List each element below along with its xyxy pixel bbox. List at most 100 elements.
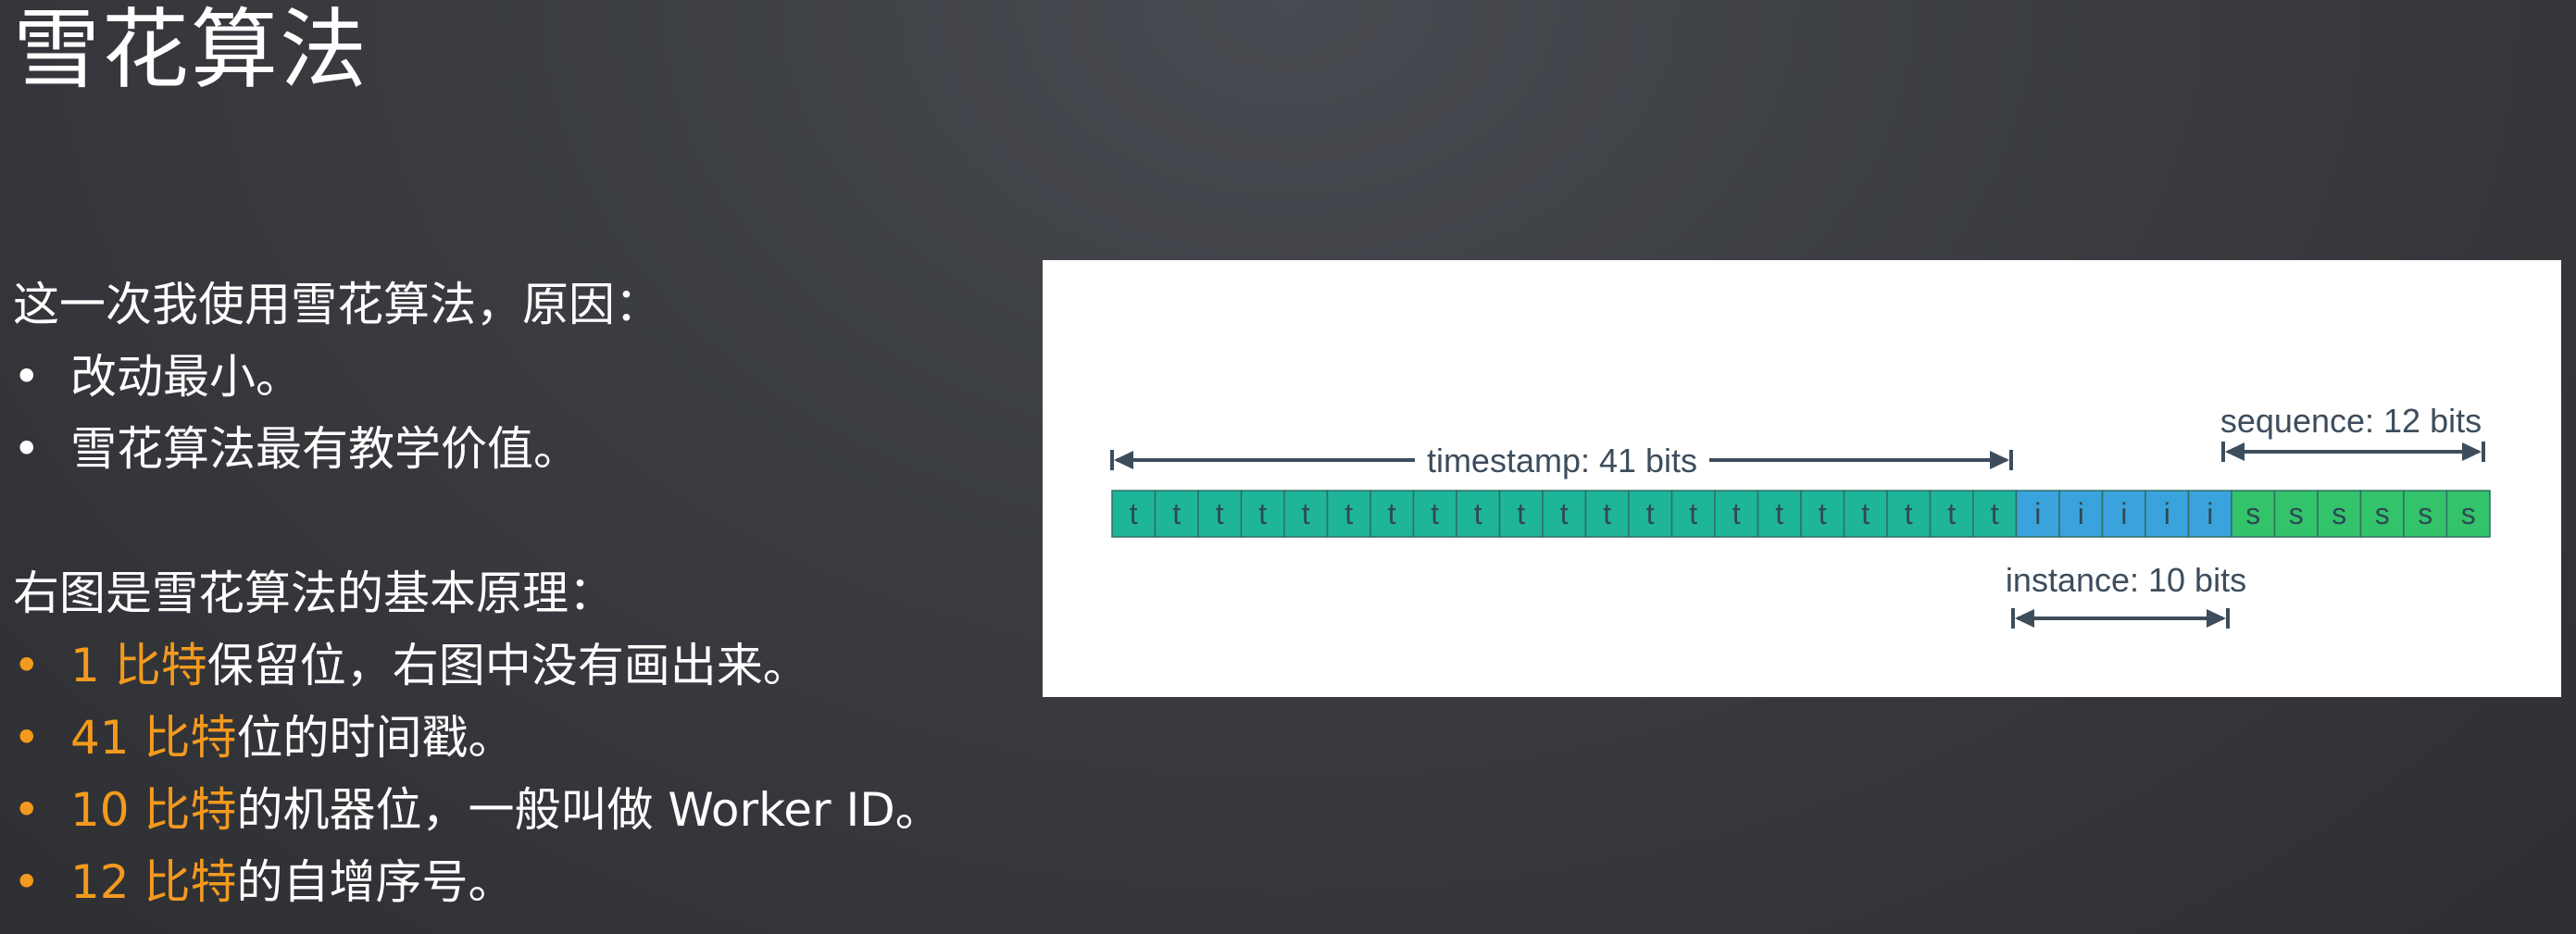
- bit-layout-svg: timestamp: 41 bits sequence: 12 bits t t t…: [1110, 402, 2491, 629]
- bit-cell-letter: t: [1861, 497, 1869, 530]
- timestamp-bit-cell: t: [1670, 490, 1716, 538]
- principle-intro: 右图是雪花算法的基本原理：: [13, 567, 615, 620]
- bits-highlight: 1 比特: [70, 639, 207, 692]
- slide-title: 雪花算法: [13, 0, 369, 101]
- principle-item: • 12 比特的自增序号。: [13, 846, 942, 918]
- bit-cell-letter: s: [2461, 497, 2476, 530]
- timestamp-bit-cell: t: [1326, 490, 1371, 538]
- timestamp-bit-cell: t: [1757, 490, 1802, 538]
- sequence-bit-cell: s: [2273, 490, 2319, 538]
- bit-cell-letter: i: [2207, 497, 2213, 530]
- instance-bit-cell: i: [2145, 490, 2190, 538]
- principle-text: 的自增序号。: [236, 855, 515, 909]
- bit-cell-letter: t: [1216, 497, 1224, 530]
- bit-cell-letter: t: [1819, 497, 1827, 530]
- timestamp-label: timestamp: 41 bits: [1427, 442, 1697, 479]
- timestamp-bit-cell: t: [1283, 490, 1329, 538]
- reason-text: 改动最小。: [70, 350, 302, 404]
- timestamp-bit-cell: t: [1456, 490, 1501, 538]
- sequence-bit-cell: s: [2231, 490, 2276, 538]
- principle-item: • 10 比特的机器位，一般叫做 Worker ID。: [13, 774, 942, 846]
- sequence-bracket: sequence: 12 bits: [2220, 402, 2485, 462]
- bit-cell-letter: i: [2034, 497, 2041, 530]
- reason-item: • 改动最小。: [13, 341, 661, 413]
- timestamp-bit-cell: t: [1111, 490, 1157, 538]
- timestamp-bit-cell: t: [1886, 490, 1932, 538]
- sequence-label: sequence: 12 bits: [2220, 402, 2482, 440]
- timestamp-bit-cell: t: [1714, 490, 1759, 538]
- instance-label: instance: 10 bits: [2006, 561, 2246, 599]
- bullet: •: [13, 422, 41, 476]
- instance-bit-cell: i: [2015, 490, 2060, 538]
- timestamp-bracket: timestamp: 41 bits: [1110, 442, 2013, 479]
- timestamp-bit-cell: t: [1240, 490, 1285, 538]
- principle-text: 的机器位，一般叫做 Worker ID。: [236, 783, 942, 837]
- bullet: •: [13, 350, 41, 404]
- principle-text: 保留位，右图中没有画出来。: [206, 639, 809, 692]
- reason-text: 雪花算法最有教学价值。: [70, 422, 580, 476]
- bit-cell-letter: i: [2164, 497, 2170, 530]
- bit-cell-letter: t: [1302, 497, 1310, 530]
- bit-cell-letter: t: [1474, 497, 1482, 530]
- bit-cell-letter: t: [1172, 497, 1181, 530]
- sequence-bit-cell: s: [2359, 490, 2405, 538]
- bit-cell-letter: i: [2078, 497, 2084, 530]
- bit-cell-letter: s: [2375, 497, 2390, 530]
- bit-cell-letter: t: [1646, 497, 1655, 530]
- bullet: •: [13, 711, 41, 765]
- bit-cell-letter: i: [2120, 497, 2127, 530]
- reasons-section: 这一次我使用雪花算法，原因： • 改动最小。 • 雪花算法最有教学价值。: [13, 268, 661, 485]
- sequence-bit-cell: s: [2317, 490, 2362, 538]
- instance-bit-cell: i: [2058, 490, 2104, 538]
- bit-cell-letter: t: [1258, 497, 1267, 530]
- bits-highlight: 12 比特: [70, 855, 237, 909]
- snowflake-bit-diagram: timestamp: 41 bits sequence: 12 bits t t t…: [1043, 260, 2561, 697]
- bit-cell-letter: s: [2418, 497, 2432, 530]
- bits-highlight: 41 比特: [70, 711, 237, 765]
- reasons-intro: 这一次我使用雪花算法，原因：: [13, 278, 661, 331]
- timestamp-bit-cell: t: [1498, 490, 1544, 538]
- bit-cell-letter: t: [1517, 497, 1525, 530]
- timestamp-bit-cell: t: [1542, 490, 1587, 538]
- bit-cell-letter: t: [1689, 497, 1697, 530]
- bullet: •: [13, 639, 41, 692]
- bit-cell-letter: s: [2289, 497, 2304, 530]
- bit-cell-letter: t: [1947, 497, 1956, 530]
- sequence-bit-cell: s: [2403, 490, 2448, 538]
- timestamp-bit-cell: t: [1628, 490, 1673, 538]
- reason-item: • 雪花算法最有教学价值。: [13, 413, 661, 485]
- bit-cell-letter: t: [1732, 497, 1741, 530]
- bit-cell-letter: t: [1603, 497, 1611, 530]
- bit-cell-letter: t: [1905, 497, 1913, 530]
- timestamp-bit-cell: t: [1197, 490, 1243, 538]
- bit-cell-letter: s: [2245, 497, 2260, 530]
- timestamp-bit-cell: t: [1154, 490, 1199, 538]
- principle-item: • 1 比特保留位，右图中没有画出来。: [13, 629, 942, 702]
- timestamp-bit-cell: t: [1800, 490, 1845, 538]
- timestamp-bit-cell: t: [1412, 490, 1457, 538]
- bit-cell-letter: t: [1991, 497, 1999, 530]
- sequence-bit-cell: s: [2445, 490, 2491, 538]
- bullet: •: [13, 855, 41, 909]
- timestamp-bit-cell: t: [1929, 490, 1974, 538]
- bits-row: tttttttttttttttttttttiiiiissssss: [1111, 490, 2491, 538]
- principle-text: 位的时间戳。: [236, 711, 515, 765]
- timestamp-bit-cell: t: [1843, 490, 1888, 538]
- timestamp-bit-cell: t: [1584, 490, 1630, 538]
- bit-cell-letter: t: [1388, 497, 1396, 530]
- timestamp-bit-cell: t: [1972, 490, 2018, 538]
- timestamp-bit-cell: t: [1369, 490, 1415, 538]
- instance-bit-cell: i: [2101, 490, 2146, 538]
- bit-cell-letter: t: [1560, 497, 1569, 530]
- bullet: •: [13, 783, 41, 837]
- bit-cell-letter: t: [1431, 497, 1439, 530]
- instance-bracket: instance: 10 bits: [2006, 561, 2246, 629]
- principle-section: 右图是雪花算法的基本原理： • 1 比特保留位，右图中没有画出来。 • 41 比特位…: [13, 557, 942, 918]
- bit-cell-letter: t: [1344, 497, 1353, 530]
- bit-cell-letter: t: [1130, 497, 1138, 530]
- bit-cell-letter: s: [2332, 497, 2346, 530]
- bit-cell-letter: t: [1775, 497, 1783, 530]
- principle-item: • 41 比特位的时间戳。: [13, 702, 942, 774]
- bits-highlight: 10 比特: [70, 783, 237, 837]
- instance-bit-cell: i: [2187, 490, 2232, 538]
